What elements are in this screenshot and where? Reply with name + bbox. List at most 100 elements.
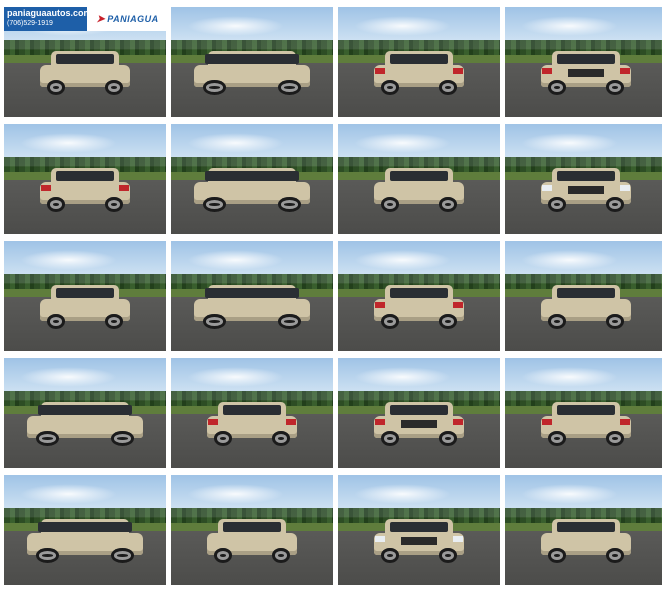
vehicle-photo-thumbnail[interactable] (4, 241, 166, 351)
vehicle-light (375, 419, 385, 425)
vehicle-wheel (203, 80, 227, 95)
vehicle-wheel (104, 80, 124, 95)
cloud (187, 249, 285, 270)
vehicle-wheel (277, 80, 301, 95)
vehicle-window (55, 288, 115, 299)
vehicle-image (26, 517, 144, 563)
vehicle-wheel (110, 431, 134, 446)
cloud (521, 366, 619, 387)
vehicle-photo-thumbnail[interactable] (4, 358, 166, 468)
vehicle-window (556, 54, 616, 65)
cloud (354, 15, 452, 36)
vehicle-wheel (36, 431, 60, 446)
vehicle-wheel (380, 197, 400, 212)
vehicle-photo-thumbnail[interactable] (338, 124, 500, 234)
vehicle-image (540, 517, 632, 563)
photo-gallery-grid (4, 7, 662, 587)
vehicle-photo-thumbnail[interactable] (171, 124, 333, 234)
vehicle-image (206, 400, 298, 446)
vehicle-photo-thumbnail[interactable] (338, 475, 500, 585)
vehicle-window (556, 171, 616, 182)
cloud (20, 483, 118, 504)
vehicle-wheel (46, 314, 66, 329)
vehicle-photo-thumbnail[interactable] (338, 241, 500, 351)
vehicle-window (55, 171, 115, 182)
vehicle-window (389, 522, 449, 533)
vehicle-wheel (203, 314, 227, 329)
vehicle-image (540, 400, 632, 446)
cloud (187, 483, 285, 504)
vehicle-wheel (547, 197, 567, 212)
vehicle-image (373, 283, 465, 329)
vehicle-wheel (547, 548, 567, 563)
vehicle-window (556, 288, 616, 299)
vehicle-light (620, 419, 630, 425)
vehicle-light (453, 419, 463, 425)
vehicle-light (375, 302, 385, 308)
vehicle-window (205, 171, 299, 182)
vehicle-image (373, 400, 465, 446)
vehicle-image (193, 49, 311, 95)
cloud (354, 249, 452, 270)
vehicle-window (205, 54, 299, 65)
vehicle-wheel (380, 431, 400, 446)
vehicle-photo-thumbnail[interactable] (505, 358, 662, 468)
dealer-website: paniaguaautos.com (7, 8, 92, 18)
cloud (521, 249, 619, 270)
vehicle-light (620, 185, 630, 191)
dealer-contact-badge: paniaguaautos.com (706)529-1919 (4, 7, 92, 31)
vehicle-image (373, 166, 465, 212)
vehicle-image (26, 400, 144, 446)
vehicle-wheel (380, 314, 400, 329)
vehicle-photo-thumbnail[interactable] (338, 358, 500, 468)
vehicle-photo-thumbnail[interactable] (505, 7, 662, 117)
vehicle-window (556, 405, 616, 416)
vehicle-window (38, 405, 132, 416)
vehicle-window (389, 288, 449, 299)
vehicle-grille (400, 537, 438, 546)
vehicle-photo-thumbnail[interactable] (505, 475, 662, 585)
vehicle-photo-thumbnail[interactable] (4, 124, 166, 234)
vehicle-light (542, 419, 552, 425)
vehicle-image (540, 166, 632, 212)
vehicle-wheel (213, 548, 233, 563)
vehicle-grille (400, 420, 438, 429)
vehicle-wheel (46, 197, 66, 212)
vehicle-wheel (380, 80, 400, 95)
vehicle-photo-thumbnail[interactable] (505, 241, 662, 351)
cloud (187, 366, 285, 387)
vehicle-light (542, 185, 552, 191)
vehicle-wheel (213, 431, 233, 446)
dealer-watermark: paniaguaautos.com (706)529-1919 ➤ PANIAG… (4, 7, 168, 31)
vehicle-image (39, 283, 131, 329)
vehicle-window (222, 522, 282, 533)
vehicle-light (620, 68, 630, 74)
vehicle-photo-thumbnail[interactable] (505, 124, 662, 234)
vehicle-image (39, 49, 131, 95)
vehicle-window (55, 54, 115, 65)
vehicle-light (375, 68, 385, 74)
vehicle-photo-thumbnail[interactable] (171, 7, 333, 117)
vehicle-photo-thumbnail[interactable] (171, 358, 333, 468)
vehicle-photo-thumbnail[interactable] (338, 7, 500, 117)
vehicle-wheel (104, 197, 124, 212)
vehicle-window (222, 405, 282, 416)
vehicle-window (389, 405, 449, 416)
vehicle-image (540, 283, 632, 329)
cloud (354, 132, 452, 153)
vehicle-window (38, 522, 132, 533)
logo-mark-icon: ➤ (96, 13, 106, 25)
vehicle-wheel (605, 197, 625, 212)
cloud (354, 366, 452, 387)
vehicle-photo-thumbnail[interactable] (171, 241, 333, 351)
cloud (521, 483, 619, 504)
vehicle-wheel (438, 197, 458, 212)
vehicle-light (453, 536, 463, 542)
vehicle-light (453, 68, 463, 74)
vehicle-wheel (438, 314, 458, 329)
vehicle-photo-thumbnail[interactable] (4, 475, 166, 585)
vehicle-image (373, 49, 465, 95)
vehicle-image (39, 166, 131, 212)
vehicle-wheel (605, 548, 625, 563)
vehicle-photo-thumbnail[interactable] (171, 475, 333, 585)
